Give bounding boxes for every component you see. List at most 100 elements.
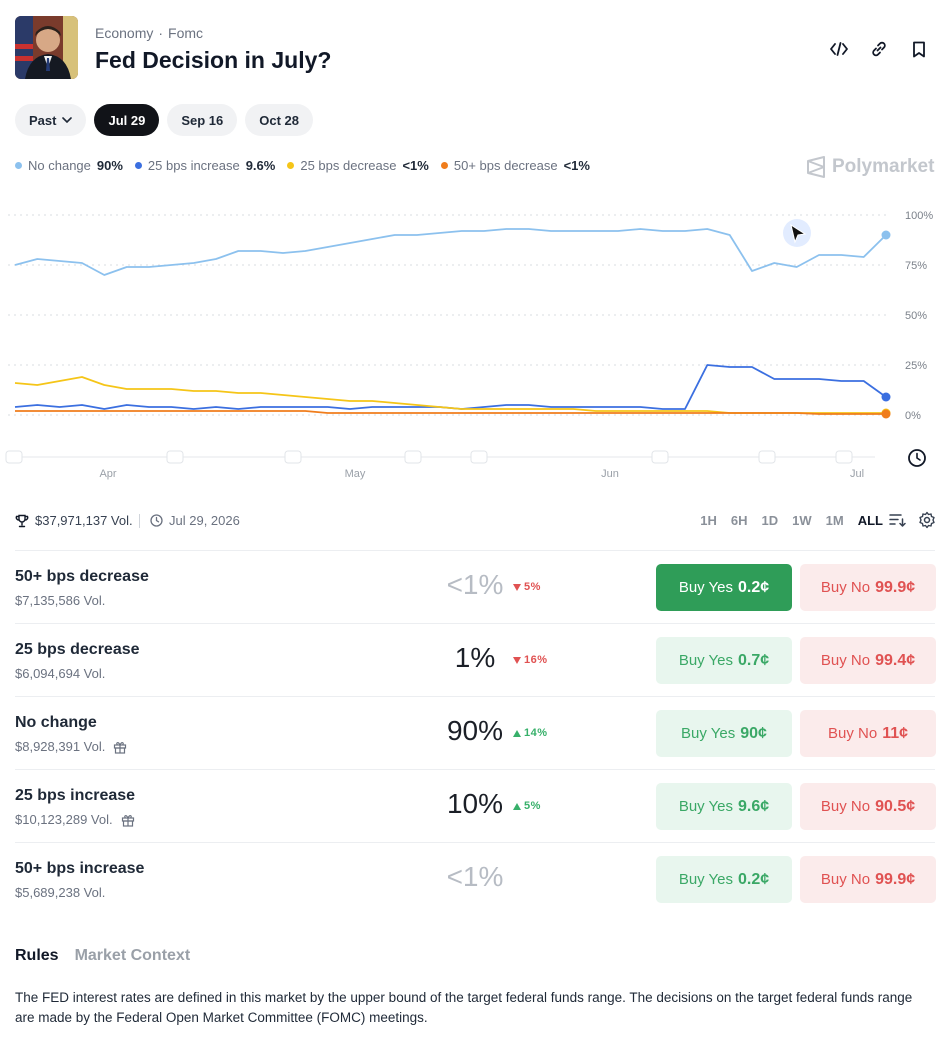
buy-no-button[interactable]: Buy No 99.9¢ xyxy=(800,856,936,903)
buy-yes-button[interactable]: Buy Yes 0.2¢ xyxy=(656,564,792,611)
range-1d[interactable]: 1D xyxy=(762,513,779,528)
legend-label: No change xyxy=(28,158,91,173)
tab-market-context[interactable]: Market Context xyxy=(75,947,191,965)
y-tick-label: 100% xyxy=(905,210,933,222)
pill-sep-16[interactable]: Sep 16 xyxy=(167,104,238,136)
price-change-value: 16% xyxy=(524,654,548,666)
outcome-name: 50+ bps increase xyxy=(15,860,145,877)
buy-no-button[interactable]: Buy No 99.4¢ xyxy=(800,637,936,684)
link-icon[interactable] xyxy=(868,38,890,60)
range-all[interactable]: ALL xyxy=(858,513,883,528)
buy-yes-price: 90¢ xyxy=(740,724,767,742)
price-change: 16% xyxy=(513,654,548,666)
legend-label: 25 bps increase xyxy=(147,158,240,173)
pill-past[interactable]: Past xyxy=(15,104,87,136)
bookmark-icon[interactable] xyxy=(908,38,930,60)
buy-yes-button[interactable]: Buy Yes 0.2¢ xyxy=(656,856,792,903)
series-endpoint xyxy=(881,409,891,419)
buy-yes-label: Buy Yes xyxy=(681,725,736,742)
timeline-handle[interactable] xyxy=(758,450,776,464)
timeline-handle[interactable] xyxy=(166,450,184,464)
buy-no-button[interactable]: Buy No 11¢ xyxy=(800,710,936,757)
brand-name: Polymarket xyxy=(832,156,935,177)
buy-no-button[interactable]: Buy No 90.5¢ xyxy=(800,783,936,830)
outcome-name: 25 bps increase xyxy=(15,787,136,804)
range-1h[interactable]: 1H xyxy=(700,513,717,528)
buy-no-label: Buy No xyxy=(827,725,878,742)
buy-no-button[interactable]: Buy No 99.9¢ xyxy=(800,564,936,611)
y-tick-label: 50% xyxy=(905,310,927,322)
timeline-handle[interactable] xyxy=(470,450,488,464)
breadcrumb-category[interactable]: Economy xyxy=(95,25,153,41)
legend-label: 25 bps decrease xyxy=(300,158,397,173)
outcome-volume: $10,123,289 Vol. xyxy=(15,812,135,827)
sort-icon[interactable] xyxy=(888,511,906,529)
buy-yes-button[interactable]: Buy Yes 0.7¢ xyxy=(656,637,792,684)
polymarket-icon xyxy=(807,156,825,178)
outcome-name: 25 bps decrease xyxy=(15,641,140,658)
meta-divider xyxy=(139,514,140,528)
buy-yes-price: 0.7¢ xyxy=(738,651,770,669)
date-selector: Past Jul 29 Sep 16 Oct 28 xyxy=(15,104,313,136)
end-date-text: Jul 29, 2026 xyxy=(169,513,240,528)
timeline-handle[interactable] xyxy=(5,450,23,464)
chart-legend: No change 90% 25 bps increase 9.6% 25 bps … xyxy=(15,158,590,173)
range-1w[interactable]: 1W xyxy=(792,513,812,528)
buy-no-price: 99.4¢ xyxy=(875,651,916,669)
range-1m[interactable]: 1M xyxy=(826,513,844,528)
buy-yes-label: Buy Yes xyxy=(678,798,734,815)
series-line xyxy=(14,228,887,276)
trend-down-icon xyxy=(513,656,521,664)
timeline-handle[interactable] xyxy=(835,450,853,464)
gift-icon[interactable] xyxy=(113,740,127,754)
page-title: Fed Decision in July? xyxy=(95,47,332,73)
buy-yes-price: 9.6¢ xyxy=(738,797,770,815)
clock-icon xyxy=(150,514,163,527)
outcome-volume: $7,135,586 Vol. xyxy=(15,593,105,608)
embed-icon[interactable] xyxy=(828,38,850,60)
price-chart[interactable]: Apr May Jun Jul 100% 75% 50% 25% 0% xyxy=(0,195,940,485)
range-6h[interactable]: 6H xyxy=(731,513,748,528)
legend-value: <1% xyxy=(563,158,590,173)
outcome-row[interactable]: No change $8,928,391 Vol. 90% 14% Buy Ye… xyxy=(15,696,936,769)
legend-dot xyxy=(287,162,295,169)
settings-gear-icon[interactable] xyxy=(918,511,936,529)
breadcrumb: Economy · Fomc xyxy=(95,25,204,41)
breadcrumb-subcategory[interactable]: Fomc xyxy=(168,25,203,41)
market-header: Economy · Fomc Fed Decision in July? xyxy=(15,16,935,80)
outcome-volume-text: $6,094,694 Vol. xyxy=(15,666,106,681)
buy-yes-label: Buy Yes xyxy=(678,579,734,596)
outcome-name: No change xyxy=(15,714,97,731)
trend-up-icon xyxy=(513,802,521,810)
legend-label: 50+ bps decrease xyxy=(453,158,558,173)
outcome-volume: $6,094,694 Vol. xyxy=(15,666,105,681)
legend-value: <1% xyxy=(402,158,429,173)
timeline-handle[interactable] xyxy=(404,450,422,464)
outcome-volume: $8,928,391 Vol. xyxy=(15,739,127,754)
tab-rules[interactable]: Rules xyxy=(15,947,59,965)
rules-text: The FED interest rates are defined in th… xyxy=(15,990,913,1025)
x-tick-label: Jul xyxy=(850,468,864,480)
x-tick-label: Apr xyxy=(99,468,116,480)
buy-yes-button[interactable]: Buy Yes 90¢ xyxy=(656,710,792,757)
series-line xyxy=(15,410,886,415)
price-change-value: 5% xyxy=(524,800,541,812)
series-endpoint xyxy=(881,230,891,240)
outcome-row[interactable]: 50+ bps increase $5,689,238 Vol. <1% Buy… xyxy=(15,842,936,915)
history-clock-icon[interactable] xyxy=(908,449,926,467)
trend-up-icon xyxy=(513,729,521,737)
mouse-cursor xyxy=(783,219,811,247)
gift-icon[interactable] xyxy=(121,813,135,827)
buy-no-price: 90.5¢ xyxy=(875,797,916,815)
buy-yes-button[interactable]: Buy Yes 9.6¢ xyxy=(656,783,792,830)
outcome-row[interactable]: 25 bps decrease $6,094,694 Vol. 1% 16% B… xyxy=(15,623,936,696)
outcome-row[interactable]: 50+ bps decrease $7,135,586 Vol. <1% 5% … xyxy=(15,550,936,623)
timeline-handle[interactable] xyxy=(651,450,669,464)
pill-oct-28[interactable]: Oct 28 xyxy=(245,104,313,136)
time-range-selector: 1H 6H 1D 1W 1M ALL xyxy=(700,513,883,528)
outcome-volume-text: $5,689,238 Vol. xyxy=(15,885,106,900)
price-change-value: 14% xyxy=(524,727,548,739)
outcome-row[interactable]: 25 bps increase $10,123,289 Vol. 10% 5% … xyxy=(15,769,936,842)
timeline-handle[interactable] xyxy=(284,450,302,464)
pill-jul-29[interactable]: Jul 29 xyxy=(94,104,160,136)
